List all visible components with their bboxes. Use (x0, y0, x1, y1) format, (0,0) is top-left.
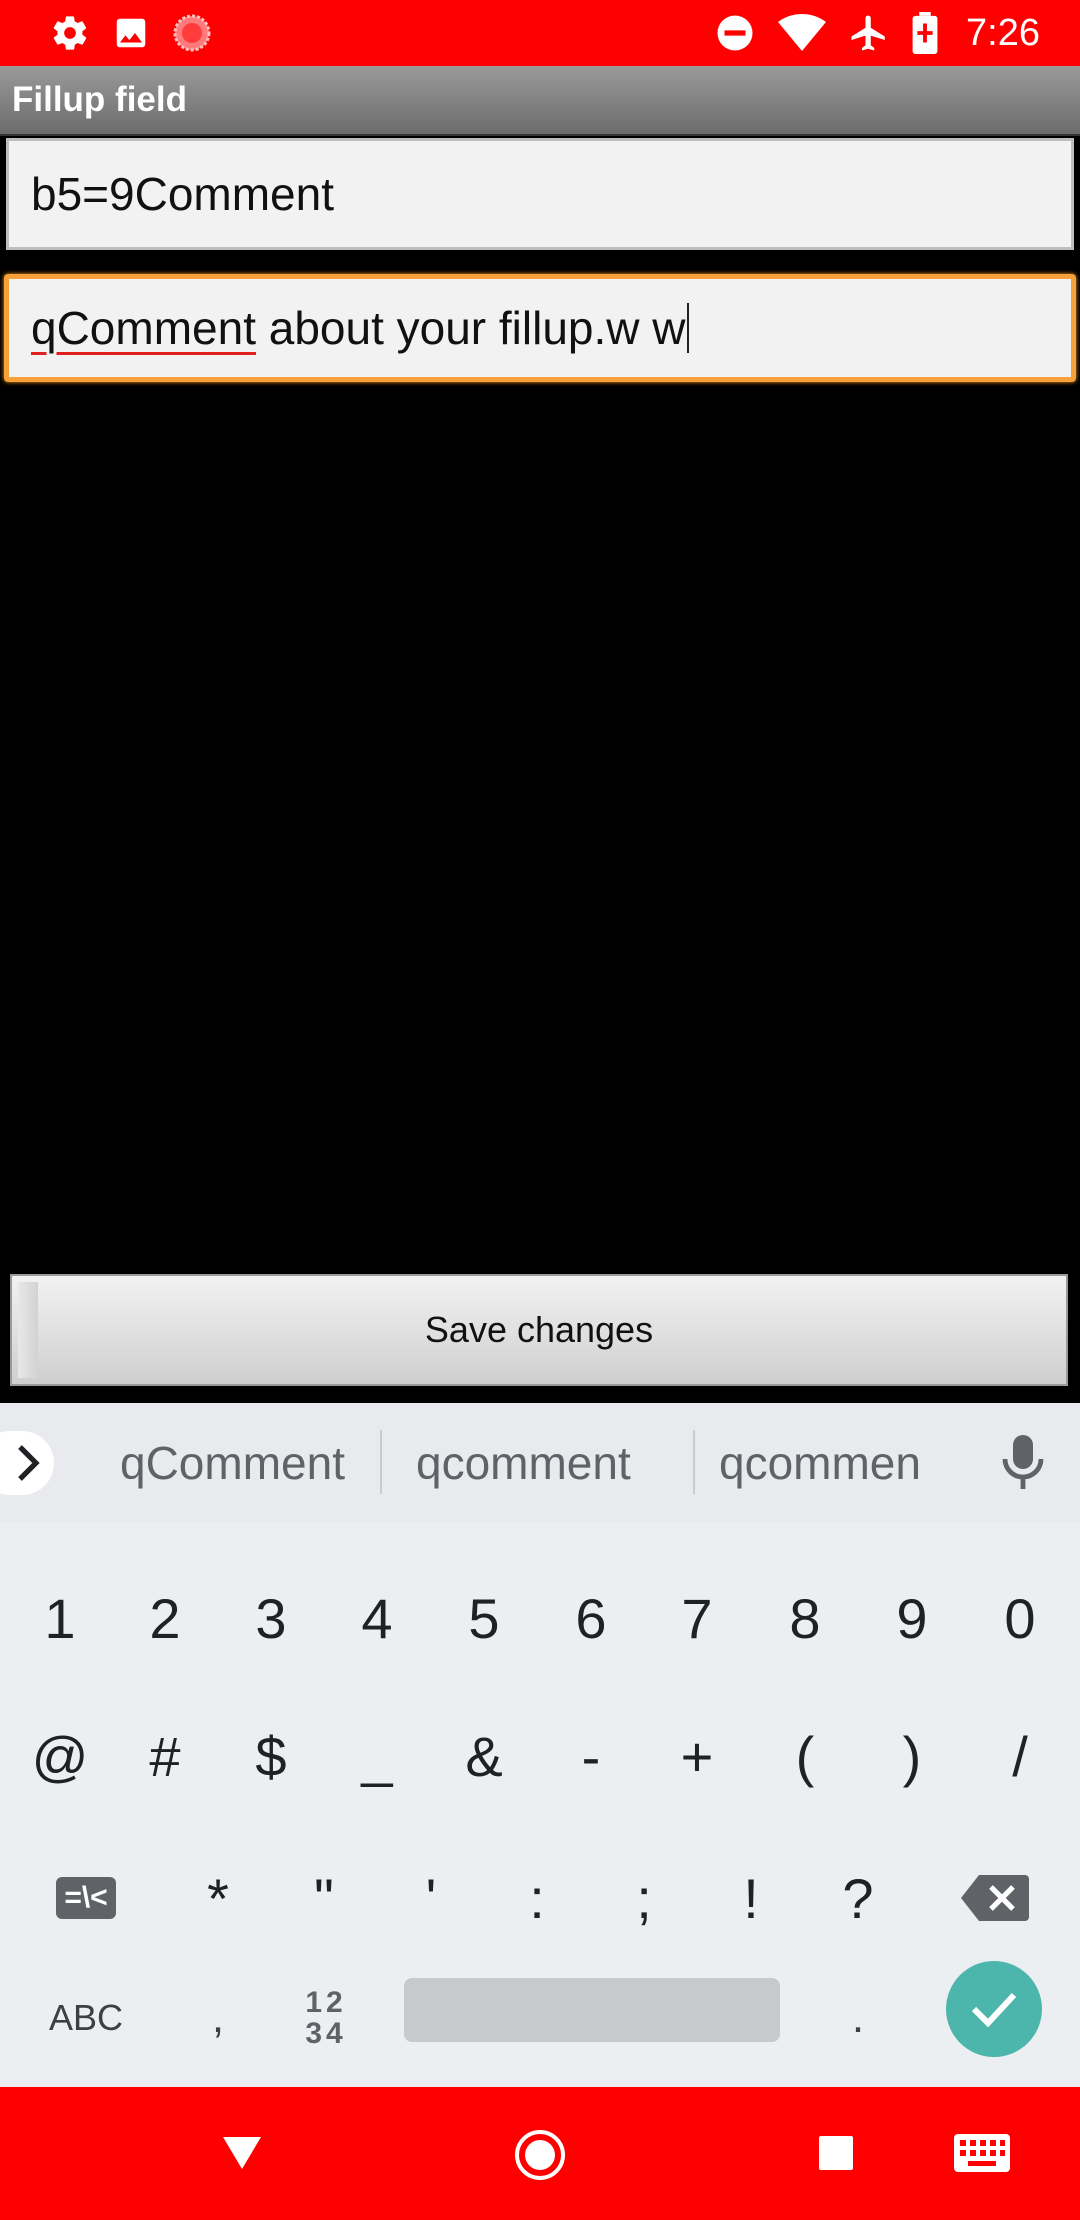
fillup-text-value: b5=9Comment (31, 168, 334, 220)
fillup-text-field[interactable]: b5=9Comment (6, 138, 1074, 250)
numpad-key[interactable]: 12 34 (286, 1963, 366, 2073)
key-open-paren[interactable]: ( (767, 1701, 843, 1811)
navigation-bar (0, 2087, 1080, 2220)
status-bar: 7:26 (0, 0, 1080, 66)
text-cursor (686, 303, 689, 353)
voice-input-button[interactable] (1000, 1433, 1046, 1498)
microphone-icon (1002, 1435, 1044, 1489)
key-2[interactable]: 2 (127, 1563, 203, 1673)
airplane-mode-icon (848, 12, 890, 54)
key-semicolon[interactable]: ; (606, 1843, 682, 1953)
comment-text-field[interactable]: qComment about your fillup.w w (4, 274, 1076, 382)
key-8[interactable]: 8 (767, 1563, 843, 1673)
key-4[interactable]: 4 (339, 1563, 415, 1673)
suggestion-divider (380, 1430, 382, 1494)
key-5[interactable]: 5 (446, 1563, 522, 1673)
status-right-icons: 7:26 (714, 10, 1040, 56)
keyboard-icon (954, 2134, 1010, 2172)
suggestion-1[interactable]: qComment (120, 1433, 345, 1493)
wifi-icon (778, 13, 827, 53)
app-title-bar: Fillup field (0, 66, 1080, 136)
key-ampersand[interactable]: & (446, 1701, 522, 1811)
back-icon (223, 2137, 261, 2169)
misspelled-word[interactable]: qComment (31, 301, 256, 355)
key-6[interactable]: 6 (553, 1563, 629, 1673)
key-slash[interactable]: / (982, 1701, 1058, 1811)
key-asterisk[interactable]: * (180, 1843, 256, 1953)
recents-button[interactable] (806, 2123, 866, 2183)
save-changes-button[interactable]: Save changes (10, 1274, 1068, 1386)
suggestion-divider (693, 1430, 695, 1494)
key-0[interactable]: 0 (982, 1563, 1058, 1673)
key-plus[interactable]: + (659, 1701, 735, 1811)
key-dollar[interactable]: $ (233, 1701, 309, 1811)
key-double-quote[interactable]: " (286, 1843, 362, 1953)
keyboard-switch-button[interactable] (950, 2123, 1014, 2183)
battery-charging-icon (912, 12, 938, 54)
key-at[interactable]: @ (22, 1701, 98, 1811)
backspace-icon (961, 1875, 1029, 1921)
expand-suggestions-button[interactable] (0, 1431, 54, 1495)
key-comma[interactable]: , (180, 1963, 256, 2073)
suggestion-3[interactable]: qcommen (719, 1433, 921, 1493)
key-period[interactable]: . (820, 1963, 896, 2073)
status-time: 7:26 (966, 11, 1040, 54)
key-9[interactable]: 9 (874, 1563, 950, 1673)
settings-icon (50, 13, 90, 53)
more-symbols-key[interactable]: =\< (46, 1843, 126, 1953)
comment-text-value: about your fillup.w w (255, 302, 686, 354)
do-not-disturb-icon (714, 12, 756, 54)
space-bar[interactable] (404, 1978, 780, 2042)
suggestion-2[interactable]: qcomment (416, 1433, 631, 1493)
recents-icon (819, 2136, 853, 2170)
key-exclamation[interactable]: ! (713, 1843, 789, 1953)
page-title: Fillup field (12, 80, 187, 119)
home-button[interactable] (508, 2123, 572, 2187)
key-question[interactable]: ? (820, 1843, 896, 1953)
more-symbols-label: =\< (56, 1877, 116, 1919)
enter-key[interactable] (946, 1961, 1042, 2057)
symbol-keyboard: 1 2 3 4 5 6 7 8 9 0 @ # $ _ & - + ( ) / … (0, 1523, 1080, 2087)
key-single-quote[interactable]: ' (393, 1843, 469, 1953)
status-left-icons (50, 13, 212, 53)
home-icon (515, 2130, 565, 2180)
suggestion-strip: qComment qcomment qcommen (0, 1403, 1080, 1523)
numpad-key-top: 12 (305, 1985, 347, 2019)
checkmark-icon (971, 1992, 1017, 2028)
key-3[interactable]: 3 (233, 1563, 309, 1673)
key-hash[interactable]: # (127, 1701, 203, 1811)
gallery-icon (112, 14, 150, 52)
numpad-key-bottom: 34 (305, 2017, 347, 2050)
key-close-paren[interactable]: ) (874, 1701, 950, 1811)
backspace-key[interactable] (950, 1843, 1040, 1953)
save-changes-label: Save changes (424, 1309, 654, 1350)
key-1[interactable]: 1 (22, 1563, 98, 1673)
key-minus[interactable]: - (553, 1701, 629, 1811)
back-button[interactable] (212, 2123, 272, 2183)
chevron-right-icon (18, 1445, 40, 1481)
key-colon[interactable]: : (499, 1843, 575, 1953)
key-underscore[interactable]: _ (339, 1701, 415, 1811)
recording-icon (172, 13, 212, 53)
abc-key[interactable]: ABC (30, 1963, 142, 2073)
key-7[interactable]: 7 (659, 1563, 735, 1673)
